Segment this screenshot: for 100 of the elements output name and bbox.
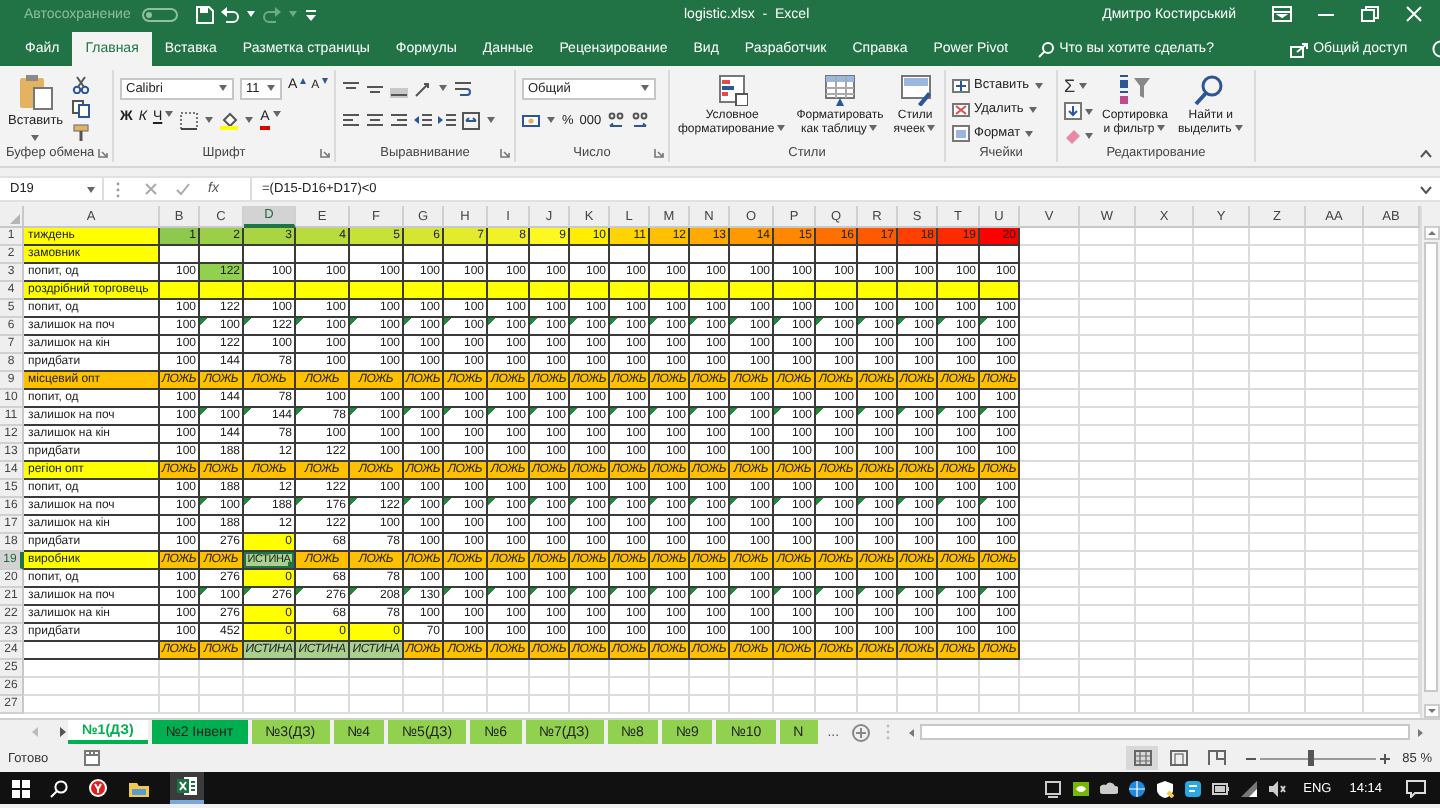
save-icon[interactable]	[196, 5, 215, 23]
scissors-icon[interactable]	[71, 76, 90, 94]
fill-color-icon[interactable]	[220, 111, 239, 129]
dialog-launcher-icon[interactable]	[654, 148, 664, 158]
restore-icon[interactable]	[1360, 6, 1380, 22]
caret-icon[interactable]	[1033, 81, 1044, 89]
spreadsheet-app-button[interactable]	[170, 772, 204, 804]
macro-record-icon[interactable]	[84, 750, 101, 766]
customize-icon[interactable]	[304, 7, 319, 21]
spreadsheet-cell	[1136, 678, 1194, 696]
caret-icon[interactable]	[204, 116, 215, 124]
zoom-slider-thumb[interactable]	[1307, 750, 1314, 766]
caret-icon[interactable]	[868, 124, 879, 133]
increase-indent-icon[interactable]	[438, 111, 456, 129]
caret-icon[interactable]	[271, 110, 282, 118]
spreadsheet-cell	[1194, 516, 1250, 534]
page-layout-view-icon[interactable]	[1170, 750, 1189, 766]
caret-icon[interactable]	[1156, 124, 1167, 133]
sort-filter-icon[interactable]	[1116, 74, 1153, 106]
merge-cells-icon[interactable]	[462, 111, 480, 129]
caret-icon[interactable]	[438, 84, 448, 92]
dialog-launcher-icon[interactable]	[98, 148, 108, 158]
conditional-format-icon[interactable]	[716, 74, 749, 106]
search-icon[interactable]	[50, 779, 68, 797]
insert-cells-icon[interactable]	[952, 76, 970, 94]
caret-icon[interactable]	[1233, 124, 1244, 133]
close-icon[interactable]	[1404, 6, 1424, 22]
dialog-launcher-icon[interactable]	[500, 148, 510, 158]
page-break-view-icon[interactable]	[1208, 750, 1227, 766]
caret-icon[interactable]	[486, 116, 496, 124]
decrease-decimal-icon[interactable]	[631, 111, 650, 129]
spreadsheet-cell	[1080, 444, 1136, 462]
caret-icon[interactable]	[1024, 129, 1035, 137]
caret-icon[interactable]	[1084, 131, 1094, 139]
align-center-icon[interactable]	[366, 111, 384, 129]
format-cells-icon[interactable]	[952, 124, 970, 142]
monitor-icon[interactable]	[1043, 779, 1062, 797]
cloud-icon[interactable]	[1099, 779, 1118, 797]
caret-icon[interactable]	[776, 124, 787, 133]
caret-icon[interactable]	[164, 110, 175, 118]
zoom-in-icon[interactable]	[1380, 753, 1391, 763]
align-left-icon[interactable]	[342, 111, 360, 129]
format-painter-icon[interactable]	[71, 124, 90, 142]
caret-icon[interactable]	[1027, 105, 1038, 113]
caret-icon[interactable]	[244, 116, 255, 124]
currency-icon[interactable]	[522, 111, 540, 129]
expand-icon[interactable]	[1420, 185, 1432, 193]
notifications-icon[interactable]	[1406, 779, 1426, 797]
wifi-icon[interactable]	[1239, 779, 1258, 797]
caret-icon[interactable]	[30, 133, 41, 141]
autosum-button[interactable]: Σ	[1064, 76, 1094, 96]
zoom-out-icon[interactable]	[1246, 753, 1257, 763]
table-icon[interactable]	[823, 74, 856, 106]
orientation-icon[interactable]	[414, 79, 432, 97]
fill-down-icon[interactable]	[1064, 102, 1082, 120]
caret-icon[interactable]	[926, 124, 937, 133]
spreadsheet-cell	[1194, 678, 1250, 696]
globe-icon[interactable]	[1127, 779, 1146, 797]
spreadsheet-cell	[200, 660, 244, 678]
caret-icon[interactable]	[218, 84, 228, 92]
browser-icon[interactable]	[88, 778, 108, 798]
caret-icon[interactable]	[246, 10, 257, 18]
volume-muted-icon[interactable]	[1267, 779, 1286, 797]
delete-cells-icon[interactable]	[952, 100, 970, 118]
caret-icon[interactable]	[266, 84, 276, 92]
collapse-ribbon-icon[interactable]	[1420, 150, 1432, 158]
decrease-indent-icon[interactable]	[414, 111, 432, 129]
caret-icon[interactable]	[1084, 107, 1094, 115]
spreadsheet-cell	[1250, 318, 1306, 336]
folder-icon[interactable]	[128, 779, 150, 797]
scrollbar-thumb[interactable]	[1424, 242, 1438, 692]
undo-icon[interactable]	[220, 5, 241, 23]
shield-icon[interactable]	[1155, 779, 1174, 797]
wrap-text-icon[interactable]	[454, 79, 472, 97]
spreadsheet-cell	[1020, 408, 1080, 426]
ribbon-display-icon[interactable]	[1272, 6, 1292, 22]
increase-decimal-icon[interactable]	[607, 111, 626, 129]
caret-icon[interactable]	[1077, 82, 1088, 90]
spreadsheet-cell	[898, 246, 938, 264]
caret-icon[interactable]	[86, 185, 96, 193]
battery-icon[interactable]	[1211, 779, 1230, 797]
chat-icon[interactable]	[1183, 779, 1202, 797]
scrollbar-thumb[interactable]	[919, 724, 1410, 740]
spreadsheet-cell	[1080, 372, 1136, 390]
caret-icon[interactable]	[640, 84, 650, 92]
normal-view-button[interactable]	[1126, 746, 1159, 770]
spreadsheet-cell	[1194, 282, 1250, 300]
borders-icon[interactable]	[180, 111, 199, 129]
windows-start-icon[interactable]	[12, 779, 30, 797]
new-sheet-icon[interactable]	[851, 723, 870, 741]
align-right-icon[interactable]	[390, 111, 408, 129]
autosave-toggle[interactable]	[142, 7, 179, 21]
dialog-launcher-icon[interactable]	[320, 148, 330, 158]
cell-styles-icon[interactable]	[899, 74, 932, 106]
scroll-down-icon[interactable]	[1423, 704, 1439, 718]
scroll-up-icon[interactable]	[1423, 226, 1439, 240]
caret-icon[interactable]	[546, 116, 556, 124]
copy-icon[interactable]	[71, 100, 90, 118]
graphics-driver-icon[interactable]	[1071, 779, 1090, 797]
spreadsheet-cell	[1136, 660, 1194, 678]
